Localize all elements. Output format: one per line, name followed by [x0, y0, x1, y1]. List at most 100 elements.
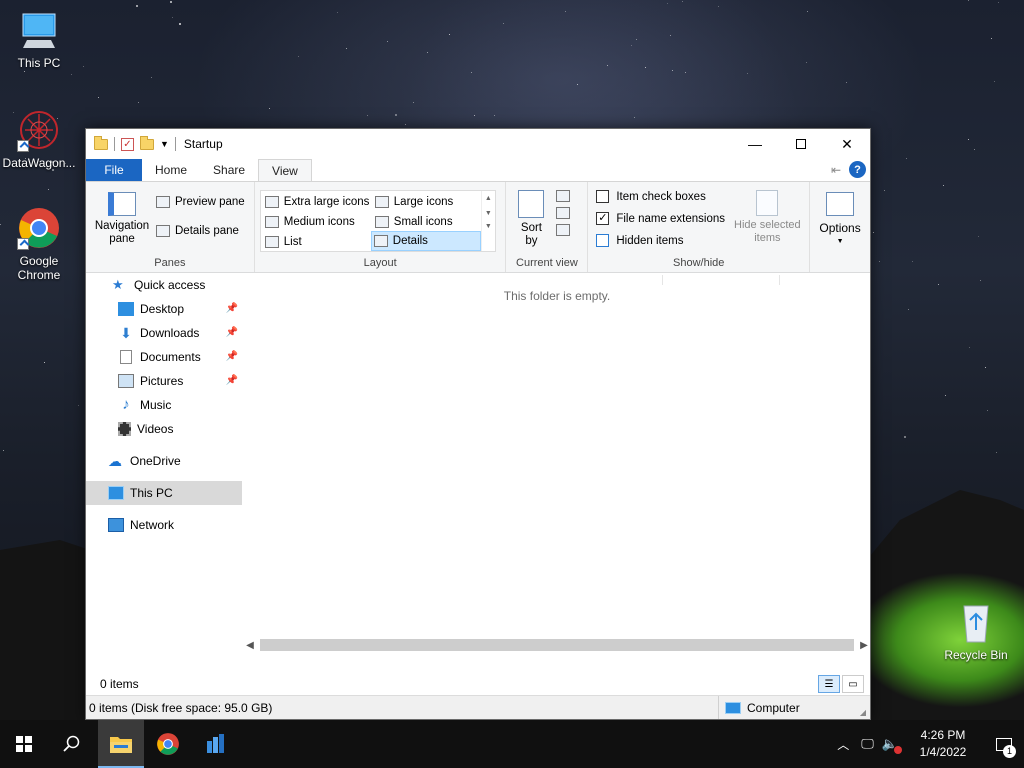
- layout-label: Medium icons: [283, 216, 355, 228]
- star: [906, 158, 907, 159]
- star: [577, 84, 578, 85]
- options-button[interactable]: Options ▼: [814, 192, 866, 248]
- clock[interactable]: 4:26 PM 1/4/2022: [910, 727, 976, 761]
- start-button[interactable]: [0, 720, 48, 768]
- scroll-down-icon[interactable]: ▼: [482, 210, 495, 217]
- disk-free-space-text: 0 items (Disk free space: 95.0 GB): [89, 700, 273, 715]
- star-icon: ★: [112, 277, 124, 292]
- panes-group: Navigation pane Preview pane Details pan…: [86, 182, 255, 272]
- location-indicator: Computer: [718, 696, 800, 719]
- app-icon: [207, 734, 224, 753]
- ribbon: Navigation pane Preview pane Details pan…: [86, 181, 870, 273]
- nav-item-desktop[interactable]: Desktop 📌: [86, 297, 242, 321]
- scroll-right-icon[interactable]: ▶: [858, 640, 870, 651]
- nav-item-music[interactable]: ♪ Music: [86, 393, 242, 417]
- close-button[interactable]: ✕: [824, 129, 870, 159]
- scrollbar-thumb[interactable]: [260, 639, 854, 651]
- desktop-icon-google-chrome[interactable]: Google Chrome: [0, 206, 78, 282]
- star: [494, 115, 495, 116]
- star: [980, 280, 981, 281]
- details-pane-icon: [156, 225, 170, 237]
- help-icon[interactable]: ?: [849, 161, 866, 178]
- options-label: Options: [819, 221, 861, 235]
- file-list-pane[interactable]: This folder is empty. ◀ ▶: [244, 275, 870, 671]
- group-label: Layout: [363, 257, 397, 269]
- nav-item-network[interactable]: Network: [86, 513, 242, 537]
- scroll-up-icon[interactable]: ▲: [482, 195, 495, 202]
- layout-details[interactable]: Details: [370, 231, 481, 251]
- nav-item-onedrive[interactable]: ☁ OneDrive: [86, 449, 242, 473]
- layout-list[interactable]: List: [263, 232, 302, 252]
- customize-toolbar-chevron-icon[interactable]: ▼: [160, 139, 169, 149]
- item-count: 0 items: [100, 677, 139, 691]
- file-name-extensions-toggle[interactable]: ✓ File name extensions: [596, 212, 725, 225]
- sort-by-button[interactable]: Sort by: [514, 190, 548, 248]
- maximize-button[interactable]: [778, 129, 824, 159]
- star: [98, 97, 99, 98]
- hidden-items-checkbox[interactable]: [596, 234, 610, 247]
- star: [413, 102, 414, 103]
- nav-item-videos[interactable]: Videos: [86, 417, 242, 441]
- taskbar-chrome[interactable]: [144, 720, 192, 768]
- star: [682, 1, 683, 2]
- hidden-items-toggle[interactable]: Hidden items: [596, 234, 683, 247]
- network-icon[interactable]: 🖵: [861, 736, 874, 752]
- add-columns-icon[interactable]: [556, 207, 571, 219]
- hide-selected-items-button[interactable]: Hide selected items: [730, 190, 804, 245]
- nav-item-pictures[interactable]: Pictures 📌: [86, 369, 242, 393]
- star: [48, 189, 49, 190]
- show-hidden-icons-chevron-icon[interactable]: ︿: [837, 736, 849, 753]
- search-button[interactable]: [48, 720, 96, 768]
- nav-item-downloads[interactable]: ⬇ Downloads 📌: [86, 321, 242, 345]
- size-columns-icon[interactable]: [556, 224, 571, 236]
- resize-grip-icon[interactable]: ◢: [860, 708, 866, 717]
- taskbar-file-explorer[interactable]: [98, 720, 144, 768]
- scroll-left-icon[interactable]: ◀: [244, 640, 256, 651]
- pin-icon: 📌: [225, 375, 238, 386]
- nav-item-this-pc[interactable]: This PC: [86, 481, 242, 505]
- nav-item-label: Desktop: [140, 302, 185, 316]
- star: [151, 77, 152, 78]
- layout-group: Extra large icons Large icons Medium ico…: [255, 182, 507, 272]
- nav-item-quick-access[interactable]: ★ Quick access: [86, 273, 242, 297]
- hidden-items-label: Hidden items: [616, 234, 684, 247]
- tab-file[interactable]: File: [86, 159, 142, 181]
- star: [83, 66, 84, 67]
- taskbar-app[interactable]: [192, 720, 240, 768]
- preview-pane-button[interactable]: Preview pane: [156, 196, 245, 208]
- layout-medium-icons[interactable]: Medium icons: [263, 212, 355, 232]
- expand-gallery-icon[interactable]: ▼: [482, 223, 495, 230]
- film-icon: [118, 422, 131, 436]
- properties-icon[interactable]: ✓: [121, 137, 134, 151]
- navigation-pane-button[interactable]: Navigation pane: [92, 192, 152, 246]
- volume-muted-icon[interactable]: 🔈: [882, 736, 902, 754]
- large-icons-view-button[interactable]: ▭: [842, 675, 864, 693]
- file-name-extensions-checkbox[interactable]: ✓: [596, 212, 610, 225]
- layout-small-icons[interactable]: Small icons: [373, 212, 453, 232]
- tab-share[interactable]: Share: [200, 159, 258, 181]
- pin-icon: 📌: [225, 351, 238, 362]
- horizontal-scrollbar[interactable]: ◀ ▶: [244, 637, 870, 653]
- layout-extra-large-icons[interactable]: Extra large icons: [263, 192, 369, 212]
- pin-ribbon-icon[interactable]: ⇤: [831, 163, 841, 177]
- tab-view[interactable]: View: [258, 159, 312, 181]
- group-by-icon[interactable]: [556, 190, 571, 202]
- desktop-icon-datawagon[interactable]: DataWagon...: [0, 108, 78, 170]
- layout-label: Small icons: [393, 216, 453, 228]
- layout-gallery-scroller[interactable]: ▲ ▼ ▼: [480, 191, 495, 251]
- clock-time: 4:26 PM: [920, 728, 966, 742]
- tab-home[interactable]: Home: [142, 159, 200, 181]
- minimize-button[interactable]: —: [732, 129, 778, 159]
- desktop-icon-recycle-bin[interactable]: Recycle Bin: [936, 600, 1016, 662]
- star: [449, 34, 450, 35]
- layout-large-icons[interactable]: Large icons: [373, 192, 453, 212]
- item-check-boxes-toggle[interactable]: Item check boxes: [596, 190, 706, 203]
- details-view-button[interactable]: ☰: [818, 675, 840, 693]
- new-folder-icon[interactable]: [140, 135, 154, 150]
- action-center-button[interactable]: 1: [984, 720, 1024, 768]
- document-icon: [120, 350, 132, 364]
- details-pane-button[interactable]: Details pane: [156, 225, 239, 237]
- item-check-boxes-checkbox[interactable]: [596, 190, 610, 203]
- nav-item-documents[interactable]: Documents 📌: [86, 345, 242, 369]
- desktop-icon-this-pc[interactable]: This PC: [0, 8, 78, 70]
